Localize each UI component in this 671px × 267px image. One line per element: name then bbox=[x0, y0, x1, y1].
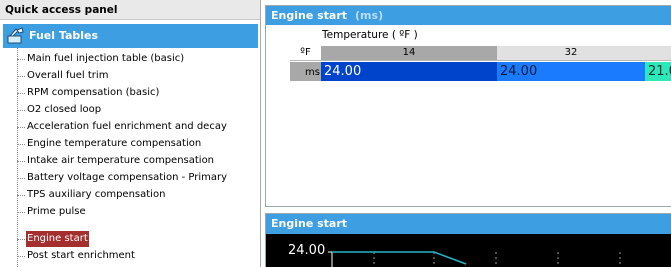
tree-item-label: O2 closed loop bbox=[27, 104, 102, 115]
table-cell-3[interactable]: 21.00 bbox=[645, 62, 671, 81]
engine-start-table-window: Engine start (ms) Temperature ( ºF ) ºF 1… bbox=[265, 5, 671, 207]
graph-plot bbox=[328, 251, 621, 267]
column-unit-label: ºF bbox=[290, 46, 321, 60]
tree-item-label: Main fuel injection table (basic) bbox=[27, 53, 185, 64]
tree-item-label-selected: Engine start bbox=[26, 231, 89, 247]
graph-area[interactable]: 24.00 bbox=[266, 234, 671, 267]
table-cell-1[interactable]: 24.00 bbox=[321, 62, 497, 81]
table-cell-2[interactable]: 24.00 bbox=[497, 62, 645, 81]
column-header-2[interactable]: 32 bbox=[497, 46, 645, 60]
tree-root-fuel-tables[interactable]: Fuel Tables bbox=[3, 24, 258, 48]
table-units: (ms) bbox=[355, 9, 384, 22]
column-header-1[interactable]: 14 bbox=[321, 46, 497, 60]
tree-connector-line bbox=[17, 48, 18, 267]
tree-item-label: RPM compensation (basic) bbox=[27, 87, 160, 98]
quick-access-panel: Quick access panel Fuel Tables Main fuel… bbox=[0, 0, 261, 267]
tree-item-label: Acceleration fuel enrichment and decay bbox=[27, 121, 227, 132]
table-title: Engine start bbox=[271, 9, 348, 22]
column-header-3[interactable] bbox=[645, 46, 671, 60]
graph-title[interactable]: Engine start bbox=[266, 214, 671, 234]
tree-item-label: Intake air temperature compensation bbox=[27, 155, 215, 166]
tree-item-label: Battery voltage compensation - Primary bbox=[27, 172, 228, 183]
row-unit-label: ms bbox=[290, 62, 321, 81]
table-title-bar[interactable]: Engine start (ms) bbox=[266, 6, 671, 25]
tree-item-label: Engine temperature compensation bbox=[27, 138, 202, 149]
graph-series-line bbox=[332, 251, 467, 265]
tree-item-label: Post start enrichment bbox=[27, 250, 135, 261]
fuel-tables-icon bbox=[7, 27, 25, 45]
column-header-row: ºF 14 32 bbox=[290, 46, 671, 61]
quick-access-header: Quick access panel bbox=[0, 0, 260, 20]
axis-caption: Temperature ( ºF ) bbox=[322, 29, 418, 41]
tree-item-label: Overall fuel trim bbox=[27, 70, 109, 81]
tree-root-label: Fuel Tables bbox=[29, 29, 99, 42]
tree-item-label: TPS auxiliary compensation bbox=[27, 189, 166, 200]
tree-item-label: Prime pulse bbox=[27, 206, 86, 217]
graph-grid bbox=[373, 252, 621, 267]
engine-start-graph-window: Engine start 24.00 bbox=[265, 213, 671, 267]
